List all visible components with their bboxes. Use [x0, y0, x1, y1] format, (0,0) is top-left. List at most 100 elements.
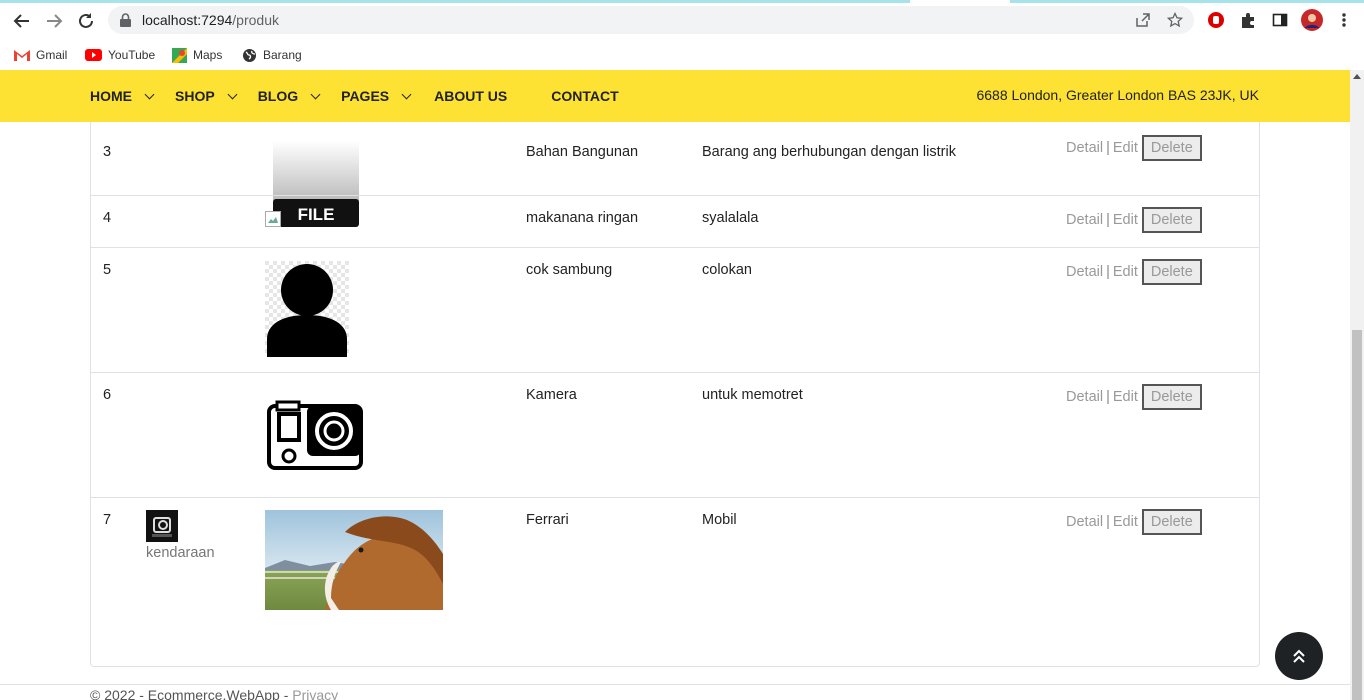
table-row: 5 cok sambung colokan Detail | Edit Dele… [91, 247, 1259, 372]
detail-link[interactable]: Detail [1066, 514, 1103, 530]
menu-shop[interactable]: SHOP [175, 88, 238, 104]
broken-image-icon [265, 211, 281, 227]
menu-home[interactable]: HOME [90, 88, 155, 104]
main-navbar: HOME SHOP BLOG PAGES ABOUT US CONTACT 66… [0, 70, 1350, 122]
row-name: Kamera [526, 387, 577, 403]
main-menu: HOME SHOP BLOG PAGES ABOUT US CONTACT [90, 88, 619, 104]
delete-button[interactable]: Delete [1141, 135, 1202, 161]
delete-button[interactable]: Delete [1141, 259, 1202, 285]
detail-link[interactable]: Detail [1066, 264, 1103, 280]
detail-link[interactable]: Detail [1066, 389, 1103, 405]
menu-about-us[interactable]: ABOUT US [434, 88, 507, 104]
menu-about-us-label: ABOUT US [434, 88, 508, 104]
globe-icon [243, 48, 256, 62]
scrollbar-thumb[interactable] [1352, 330, 1362, 700]
delete-button[interactable]: Delete [1141, 207, 1202, 233]
detail-link[interactable]: Detail [1066, 212, 1103, 228]
chevron-down-icon [144, 89, 155, 99]
bookmark-star-icon[interactable] [1166, 11, 1184, 29]
bookmark-gmail[interactable]: Gmail [14, 44, 67, 66]
action-separator: | [1106, 389, 1110, 405]
row-name: makanana ringan [526, 210, 639, 226]
table-row: 7 kendaraan Ferrari Mobil Detail | Edit … [91, 497, 1259, 638]
delete-button[interactable]: Delete [1141, 384, 1202, 410]
row-id: 7 [103, 512, 112, 528]
action-separator: | [1106, 514, 1110, 530]
row-actions: Detail | Edit Delete [1066, 384, 1202, 410]
store-address: 6688 London, Greater London BAS 23JK, UK [976, 87, 1259, 103]
menu-home-label: HOME [90, 88, 132, 104]
bookmark-maps[interactable]: Maps [172, 44, 222, 66]
forward-icon[interactable] [43, 10, 65, 32]
extensions-icon[interactable] [1237, 9, 1259, 31]
action-separator: | [1106, 212, 1110, 228]
menu-shop-label: SHOP [175, 88, 215, 104]
row-description: Barang ang berhubungan dengan listrik [702, 144, 956, 160]
back-icon[interactable] [11, 10, 33, 32]
menu-contact-label: CONTACT [551, 88, 619, 104]
action-camera-icon [267, 400, 363, 470]
edit-link[interactable]: Edit [1113, 264, 1138, 280]
row-id: 6 [103, 387, 112, 403]
row-description: Mobil [702, 512, 737, 528]
bookmark-youtube[interactable]: YouTube [85, 44, 155, 66]
privacy-link[interactable]: Privacy [292, 687, 338, 700]
edit-link[interactable]: Edit [1113, 389, 1138, 405]
side-panel-icon[interactable] [1269, 9, 1291, 31]
row-description: untuk memotret [702, 387, 803, 403]
person-silhouette-icon [265, 261, 349, 357]
row-actions: Detail | Edit Delete [1066, 207, 1202, 233]
row-id: 4 [103, 210, 112, 226]
row-id: 3 [103, 144, 112, 160]
page-viewport: 3 FILE Bahan Bangunan Barang ang berhubu… [0, 70, 1350, 700]
product-table: 3 FILE Bahan Bangunan Barang ang berhubu… [90, 70, 1260, 667]
scroll-up-arrow-icon[interactable] [1353, 74, 1361, 79]
bookmark-barang[interactable]: Barang [242, 44, 302, 66]
menu-blog[interactable]: BLOG [258, 88, 321, 104]
maps-icon [172, 47, 187, 63]
category-thumbnail-icon [146, 510, 178, 542]
chevron-down-icon [310, 89, 321, 99]
browser-toolbar: localhost:7294/produk [0, 0, 1364, 40]
row-description: colokan [702, 262, 752, 278]
chevron-down-icon [401, 89, 412, 99]
share-icon[interactable] [1134, 11, 1152, 29]
double-chevron-up-icon [1293, 649, 1305, 663]
adblock-icon[interactable] [1205, 9, 1227, 31]
menu-pages[interactable]: PAGES [341, 88, 412, 104]
row-actions: Detail | Edit Delete [1066, 259, 1202, 285]
edit-link[interactable]: Edit [1113, 140, 1138, 156]
profile-avatar[interactable] [1301, 9, 1323, 31]
table-row: 6 Kamera untuk memotret Detail | Edit De… [91, 372, 1259, 497]
tab-strip-accent [0, 0, 910, 3]
bookmarks-bar: Gmail YouTube Maps Barang [0, 40, 1364, 70]
row-id: 5 [103, 262, 112, 278]
edit-link[interactable]: Edit [1113, 514, 1138, 530]
youtube-icon [85, 49, 102, 61]
table-row: 4 makanana ringan syalalala Detail | Edi… [91, 195, 1259, 247]
lock-icon [120, 13, 131, 27]
menu-contact[interactable]: CONTACT [551, 88, 618, 104]
page-footer: © 2022 - Ecommerce.WebApp - Privacy [0, 684, 1350, 700]
chevron-down-icon [227, 89, 238, 99]
row-actions: Detail | Edit Delete [1066, 135, 1202, 161]
scroll-to-top-button[interactable] [1275, 632, 1323, 680]
horse-photo [265, 510, 443, 610]
detail-link[interactable]: Detail [1066, 140, 1103, 156]
reload-icon[interactable] [75, 10, 97, 32]
edit-link[interactable]: Edit [1113, 212, 1138, 228]
row-category: kendaraan [146, 545, 215, 561]
address-bar[interactable]: localhost:7294/produk [108, 6, 1194, 34]
browser-menu-icon[interactable] [1333, 9, 1355, 31]
row-name: Ferrari [526, 512, 569, 528]
tab-strip-accent-2 [1010, 0, 1364, 3]
action-separator: | [1106, 140, 1110, 156]
page-scrollbar[interactable] [1350, 70, 1364, 700]
row-actions: Detail | Edit Delete [1066, 509, 1202, 535]
url-text: localhost:7294/produk [142, 12, 279, 28]
row-name: cok sambung [526, 262, 613, 278]
action-separator: | [1106, 264, 1110, 280]
delete-button[interactable]: Delete [1141, 509, 1202, 535]
row-name: Bahan Bangunan [526, 144, 639, 160]
copyright-text: © 2022 - Ecommerce.WebApp - [90, 687, 289, 700]
